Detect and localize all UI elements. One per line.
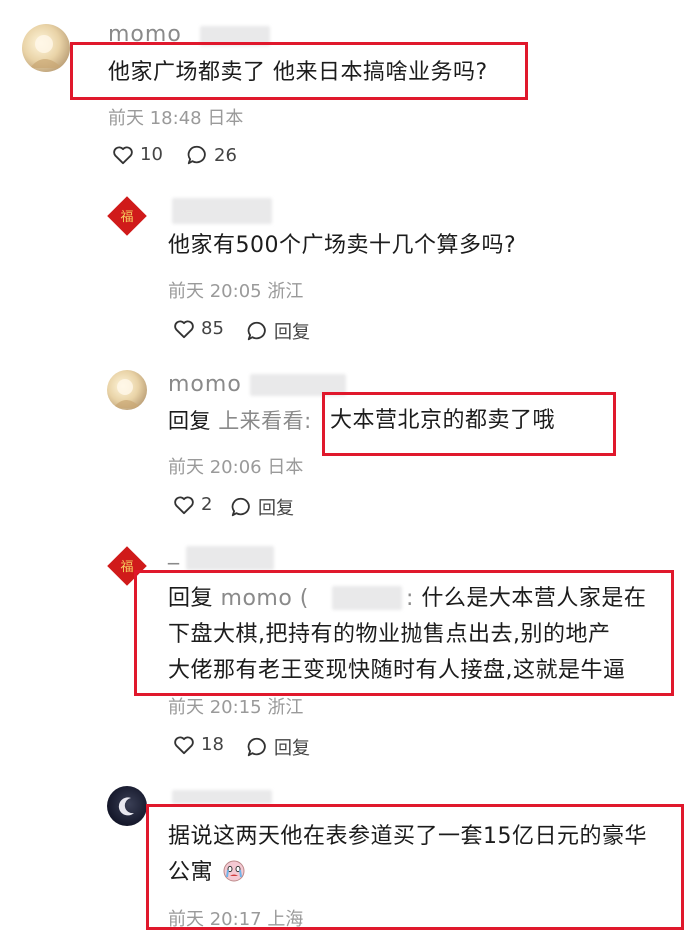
heart-icon <box>174 496 194 514</box>
comment-text-line1: 据说这两天他在表参道买了一套15亿日元的豪华 <box>168 824 647 849</box>
heart-icon <box>174 736 194 754</box>
reply-label: 回复 <box>274 738 310 759</box>
like-button[interactable]: 18 <box>173 734 224 755</box>
reply-keyword: 回复 <box>168 409 211 433</box>
time: 前天 20:06 <box>168 457 262 478</box>
username[interactable]: momo <box>108 22 182 47</box>
avatar[interactable] <box>107 786 147 826</box>
redacted-name <box>172 790 272 804</box>
like-button[interactable]: 85 <box>173 318 224 339</box>
reply-count: 26 <box>214 144 237 166</box>
time: 前天 18:48 <box>108 108 202 129</box>
username[interactable]: momo <box>168 372 242 397</box>
location: 浙江 <box>267 697 304 718</box>
comment-text: 他家有500个广场卖十几个算多吗? <box>168 233 517 258</box>
timestamp: 前天 20:06 日本 <box>168 453 303 479</box>
time: 前天 20:05 <box>168 281 262 302</box>
reply-target[interactable]: momo ( <box>221 586 309 611</box>
redacted-name <box>186 546 274 570</box>
redacted-name <box>250 374 346 396</box>
time: 前天 20:17 <box>168 909 262 930</box>
speech-bubble-icon <box>187 145 206 165</box>
timestamp: 前天 18:48 日本 <box>108 104 243 130</box>
comment-text-tail: 公寓 <box>168 860 214 885</box>
reply-button[interactable]: 回复 <box>246 318 310 344</box>
timestamp: 前天 20:17 上海 <box>168 905 303 931</box>
crying-face-emoji-icon <box>221 857 247 895</box>
timestamp: 前天 20:05 浙江 <box>168 277 303 303</box>
location: 日本 <box>267 457 304 478</box>
reply-keyword: 回复 <box>168 586 214 611</box>
avatar[interactable]: 福 <box>107 546 147 586</box>
timestamp: 前天 20:15 浙江 <box>168 693 303 719</box>
reply-button[interactable]: 回复 <box>230 494 294 520</box>
heart-icon <box>113 146 133 164</box>
time: 前天 20:15 <box>168 697 262 718</box>
username[interactable]: _ <box>168 540 180 565</box>
heart-icon <box>174 320 194 338</box>
like-button[interactable]: 10 <box>112 144 163 165</box>
reply-label: 回复 <box>258 498 294 519</box>
reply-prefix-line: 回复 momo ( <box>168 581 309 617</box>
like-count: 10 <box>140 144 163 165</box>
location: 日本 <box>207 108 244 129</box>
speech-bubble-icon <box>231 497 250 517</box>
reply-button[interactable]: 回复 <box>246 734 310 760</box>
reply-prefix-line: 回复 上来看看: <box>168 403 312 439</box>
redacted-name <box>172 198 272 224</box>
location: 上海 <box>267 909 304 930</box>
location: 浙江 <box>267 281 304 302</box>
avatar[interactable]: 福 <box>107 196 147 236</box>
comment-text: 大本营北京的都卖了哦 <box>330 408 556 433</box>
comment-text-line2: 公寓 <box>168 855 247 895</box>
reply-target[interactable]: 上来看看: <box>218 409 312 433</box>
reply-tail: : 什么是大本营人家是在 <box>406 581 646 617</box>
redacted-name <box>332 586 402 610</box>
like-count: 18 <box>201 734 224 755</box>
speech-bubble-icon <box>247 737 266 757</box>
redacted-name <box>200 26 270 46</box>
like-count: 85 <box>201 318 224 339</box>
like-button[interactable]: 2 <box>173 494 212 515</box>
avatar[interactable] <box>22 24 70 72</box>
avatar[interactable] <box>107 370 147 410</box>
comment-text-line1: 什么是大本营人家是在 <box>421 586 647 611</box>
reply-label: 回复 <box>274 322 310 343</box>
like-count: 2 <box>201 494 213 515</box>
comment-text-line3: 大佬那有老王变现快随时有人接盘,这就是牛逼 <box>168 658 626 683</box>
comment-text-line2: 下盘大棋,把持有的物业抛售点出去,别的地产 <box>168 622 611 647</box>
reply-target-tail: : <box>406 586 414 611</box>
comment-button[interactable]: 26 <box>186 144 237 166</box>
speech-bubble-icon <box>247 321 266 341</box>
comment-text: 他家广场都卖了 他来日本搞啥业务吗? <box>108 60 488 85</box>
svg-text:福: 福 <box>120 210 133 225</box>
svg-text:福: 福 <box>120 560 133 575</box>
